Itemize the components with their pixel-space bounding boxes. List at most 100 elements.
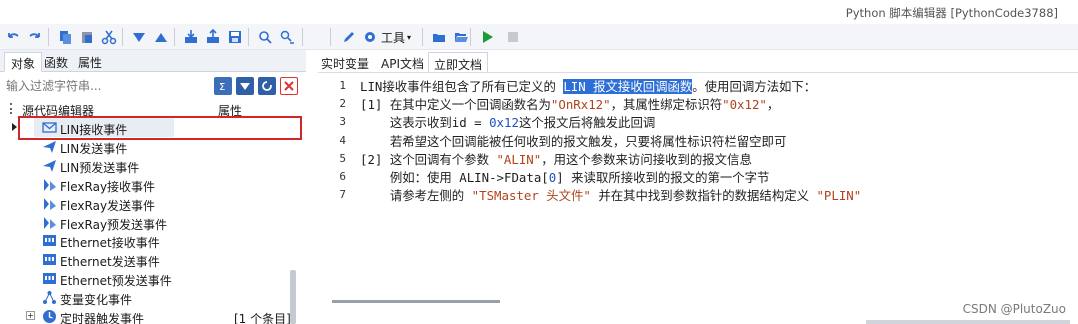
open-folder-icon[interactable] <box>452 28 470 46</box>
toolbar-separator <box>248 28 249 46</box>
tree-item-label: Ethernet发送事件 <box>60 255 160 270</box>
tab-properties[interactable]: 属性 <box>72 52 108 72</box>
tree-item-label: LIN预发送事件 <box>60 160 140 175</box>
line-number: 3 <box>339 115 346 129</box>
tab-api-docs[interactable]: API文档 <box>376 52 429 72</box>
tree-item-label: Ethernet接收事件 <box>60 236 160 251</box>
item-count: [1 个条目] <box>234 312 291 324</box>
cut-icon[interactable] <box>100 28 118 46</box>
line-number: 6 <box>339 170 346 183</box>
doc-text: 。使用回调方法如下： <box>692 79 817 94</box>
paste-icon[interactable] <box>78 28 96 46</box>
line-gutter: 1 2 3 4 5 6 7 <box>318 73 356 313</box>
import-icon[interactable] <box>182 28 200 46</box>
string-literal: "OnRx12" <box>550 97 611 113</box>
doc-text: 若希望这个回调能被任何收到的报文触发，只要将属性标识符栏留空即可 <box>360 133 787 149</box>
doc-text: ， <box>766 97 780 113</box>
undo-icon[interactable] <box>4 28 22 46</box>
send-icon <box>42 139 57 154</box>
line-number: 5 <box>339 151 346 165</box>
line-number: 7 <box>339 188 346 202</box>
replace-icon[interactable] <box>278 28 296 46</box>
refresh-icon[interactable] <box>258 77 276 95</box>
tree-icon <box>42 290 57 305</box>
tools-menu-label[interactable]: 工具 <box>381 29 405 46</box>
flexray-icon <box>42 215 57 230</box>
toolbar-separator <box>330 28 331 46</box>
toolbar-separator <box>302 28 303 46</box>
tree-scrollbar[interactable] <box>290 270 296 324</box>
tree-item-label: 变量变化事件 <box>60 293 133 308</box>
search-icon[interactable] <box>256 28 274 46</box>
tab-live-vars[interactable]: 实时变量 <box>316 52 374 72</box>
doc-text: [1] 在其中定义一个回调函数名为 <box>360 97 551 113</box>
bottom-scrollbar[interactable] <box>866 320 1070 324</box>
left-tabs: 对象 函数 属性 <box>0 50 306 72</box>
tree-item[interactable]: + 定时器触发事件 [1 个条目] <box>6 307 296 324</box>
doc-line: 这表示收到id = 0x12这个报文后将触发此回调 <box>360 113 655 131</box>
open-icon[interactable] <box>430 28 448 46</box>
tree-item[interactable]: FlexRay接收事件 <box>6 175 296 194</box>
tab-instant-docs[interactable]: 立即文档 <box>428 52 489 72</box>
gear-icon[interactable]: 工具 ▾ <box>362 28 411 46</box>
move-up-icon[interactable] <box>152 28 170 46</box>
ethernet-icon <box>42 233 57 248</box>
string-literal: "0x12" <box>722 97 767 113</box>
doc-line: LIN接收事件组包含了所有已定义的 LIN 报文接收回调函数。使用回调方法如下： <box>360 77 816 95</box>
ethernet-icon <box>42 271 57 286</box>
doc-line: [1] 在其中定义一个回调函数名为"OnRx12"，其属性绑定标识符"0x12"… <box>360 95 779 113</box>
editor-hscrollbar[interactable] <box>332 300 500 303</box>
tree-item[interactable]: Ethernet发送事件 <box>6 250 296 269</box>
doc-text: 请参考左侧的 <box>360 188 472 204</box>
edit-icon[interactable] <box>340 28 358 46</box>
chevron-down-icon[interactable]: ▾ <box>407 33 411 42</box>
tree-item-label: 定时器触发事件 <box>60 312 145 324</box>
doc-text: 并在其中找到参数指针的数据结构定义 <box>590 188 817 204</box>
filter-dropdown-icon[interactable] <box>236 77 254 95</box>
toolbar: 工具 ▾ <box>0 24 1078 50</box>
doc-line: [2] 这个回调有个参数 "ALIN"，用这个参数来访问接收到的报文信息 <box>360 150 752 168</box>
tree-item-label: FlexRay发送事件 <box>60 198 156 213</box>
doc-text: LIN接收事件组包含了所有已定义的 <box>360 79 564 94</box>
object-panel: 对象 函数 属性 Σ 源代码编辑器 属性 LIN接收事件LIN发送事件LIN预发… <box>0 50 306 324</box>
expand-icon[interactable]: + <box>26 311 35 320</box>
tab-functions[interactable]: 函数 <box>38 52 74 72</box>
redo-icon[interactable] <box>26 28 44 46</box>
clock-icon <box>42 309 57 324</box>
window-title: Python 脚本编辑器 [PythonCode3788] <box>845 6 1058 20</box>
doc-line: 请参考左侧的 "TSMaster 头文件" 并在其中找到参数指针的数据结构定义 … <box>360 186 861 204</box>
tree-item-label: FlexRay预发送事件 <box>60 217 168 232</box>
move-down-icon[interactable] <box>130 28 148 46</box>
tree-item[interactable]: FlexRay发送事件 <box>6 194 296 213</box>
doc-text: ，用这个参数来访问接收到的报文信息 <box>541 151 752 167</box>
tree-item[interactable]: 变量变化事件 <box>6 288 296 307</box>
string-literal: "TSMaster 头文件" <box>471 188 591 204</box>
doc-editor[interactable]: 1 2 3 4 5 6 7 LIN接收事件组包含了所有已定义的 LIN 报文接收回调函数。使… <box>318 72 1078 313</box>
line-number: 2 <box>339 97 346 111</box>
svg-text:Σ: Σ <box>219 82 225 92</box>
doc-panel: 实时变量 API文档 立即文档 1 2 3 4 5 6 7 LIN接收事件组包含了所有已定义… <box>312 50 1078 324</box>
save-icon[interactable] <box>226 28 244 46</box>
copy-icon[interactable] <box>56 28 74 46</box>
clear-icon[interactable] <box>280 77 298 95</box>
line-number: 1 <box>339 79 346 92</box>
sigma-filter-icon[interactable]: Σ <box>214 77 232 95</box>
filter-input[interactable] <box>6 76 206 96</box>
tree-item[interactable]: Ethernet预发送事件 <box>6 269 296 288</box>
tab-objects[interactable]: 对象 <box>4 52 43 72</box>
doc-line: 例如：使用 ALIN->FData[0] 来读取所接收到的报文的第一个字节 <box>360 168 770 186</box>
watermark: CSDN @PlutoZuo <box>962 302 1066 316</box>
tree-item[interactable]: Ethernet接收事件 <box>6 231 296 250</box>
doc-text: ] 来读取所接收到的报文的第一个字节 <box>556 170 770 185</box>
flexray-icon <box>42 196 57 211</box>
export-icon[interactable] <box>204 28 222 46</box>
doc-text: ，其属性绑定标识符 <box>610 97 723 113</box>
run-icon[interactable] <box>478 28 496 46</box>
tree-item-label: FlexRay接收事件 <box>60 179 156 194</box>
tree-item[interactable]: FlexRay预发送事件 <box>6 213 296 232</box>
selection-highlight <box>18 116 302 140</box>
tree-item[interactable]: LIN预发送事件 <box>6 156 296 175</box>
highlighted-text: LIN 报文接收回调函数 <box>563 79 693 94</box>
right-tabs: 实时变量 API文档 立即文档 <box>312 52 1078 72</box>
number-literal: 0x12 <box>489 115 519 131</box>
